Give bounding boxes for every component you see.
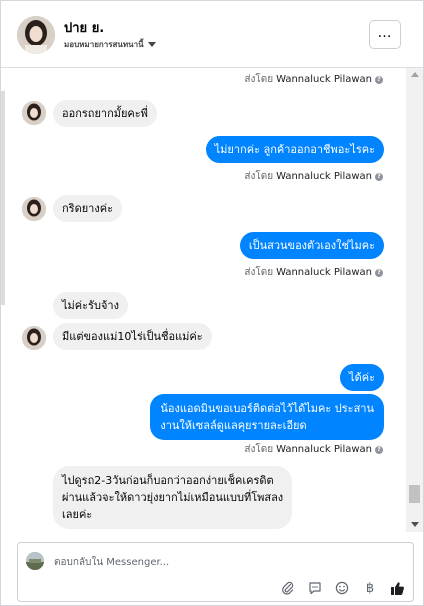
incoming-message[interactable]: ออกรถยากมั้ยคะพี่ (53, 100, 157, 127)
more-options-icon: … (377, 24, 393, 41)
gif-icon[interactable] (307, 580, 323, 596)
info-icon[interactable]: ? (375, 75, 383, 84)
outgoing-message[interactable]: ได้ค่ะ (340, 364, 384, 391)
like-icon[interactable] (389, 580, 405, 596)
assign-conversation-dropdown[interactable]: มอบหมายการสนทนานี้ (64, 38, 156, 51)
contact-avatar-small[interactable] (22, 197, 46, 221)
reply-input[interactable]: ตอบกลับใน Messenger... (54, 555, 169, 570)
scroll-down-arrow-icon[interactable] (411, 522, 419, 527)
sent-by-line: ส่งโดย Wannaluck Pilawan ? (244, 72, 383, 87)
scroll-up-arrow-icon[interactable] (411, 72, 419, 77)
dropdown-caret-icon (147, 41, 156, 47)
contact-avatar[interactable] (17, 16, 55, 54)
outgoing-message[interactable]: เป็นสวนของตัวเองใช่ไมคะ (239, 232, 384, 259)
emoji-icon[interactable] (334, 580, 350, 596)
incoming-message[interactable]: ไม่ค่ะรับจ้าง (53, 292, 128, 319)
message-thread[interactable]: ส่งโดย Wannaluck Pilawan ? ออกรถยากมั้ยค… (1, 68, 406, 532)
contact-avatar-small[interactable] (22, 101, 46, 125)
info-icon[interactable]: ? (375, 445, 383, 454)
sent-by-line: ส่งโดย Wannaluck Pilawan ? (244, 169, 383, 184)
messenger-panel: ปาย ย. มอบหมายการสนทนานี้ … ส่งโดย Wanna… (0, 0, 424, 606)
incoming-message[interactable]: กริดยางค่ะ (53, 195, 122, 222)
outgoing-message[interactable]: ไม่ยากค่ะ ลูกค้าออกอาชีพอะไรคะ (205, 136, 384, 163)
info-icon[interactable]: ? (375, 268, 383, 277)
sent-by-line: ส่งโดย Wannaluck Pilawan ? (244, 442, 383, 457)
baht-icon[interactable]: ฿ (362, 580, 378, 596)
incoming-message[interactable]: ไปดูรถ2-3วันก่อนก็บอกว่าออกง่ายเช็คเครดิ… (53, 466, 293, 529)
sent-by-line: ส่งโดย Wannaluck Pilawan ? (244, 265, 383, 280)
assign-conversation-label: มอบหมายการสนทนานี้ (64, 40, 144, 49)
thread-scrollbar[interactable] (406, 68, 423, 532)
attachment-icon[interactable] (280, 580, 296, 596)
scrollbar-thumb[interactable] (409, 485, 420, 503)
contact-name[interactable]: ปาย ย. (64, 17, 104, 38)
more-options-button[interactable]: … (369, 20, 401, 49)
conversation-header: ปาย ย. มอบหมายการสนทนานี้ … (1, 1, 423, 68)
incoming-message[interactable]: มีแต่ของแม่10ไร่เป็นชื่อแม่ค่ะ (53, 323, 212, 350)
page-avatar (26, 552, 44, 570)
info-icon[interactable]: ? (375, 172, 383, 181)
reply-composer[interactable]: ตอบกลับใน Messenger... ฿ (17, 542, 414, 602)
contact-avatar-small[interactable] (22, 326, 46, 350)
outgoing-message[interactable]: น้องแอดมินขอเบอร์ติดต่อไว้ได้ไมคะ ประสาน… (150, 394, 384, 440)
